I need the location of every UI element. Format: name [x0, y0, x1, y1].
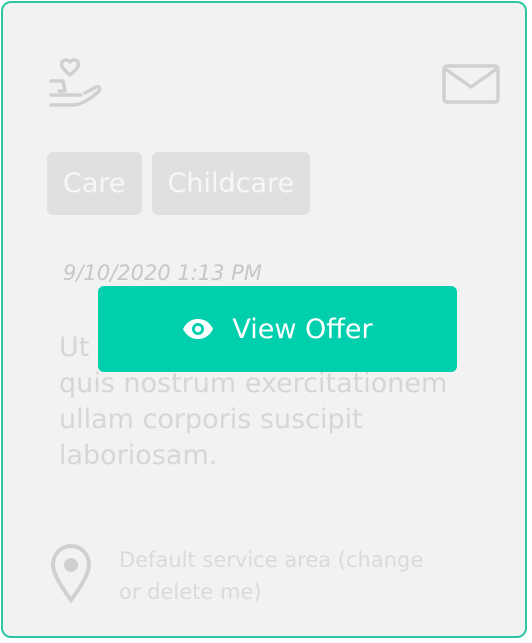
timestamp: 9/10/2020 1:13 PM [63, 261, 262, 285]
tag-care[interactable]: Care [47, 152, 142, 215]
view-offer-label: View Offer [232, 313, 373, 345]
hand-heart-icon [49, 58, 102, 107]
offer-card[interactable]: Care Childcare 9/10/2020 1:13 PM Ut enim… [1, 1, 527, 638]
tag-childcare[interactable]: Childcare [151, 152, 311, 215]
tag-list: Care Childcare [47, 152, 311, 215]
mail-icon[interactable] [441, 63, 501, 105]
service-area-text[interactable]: Default service area (change or delete m… [119, 544, 439, 608]
map-pin-icon [50, 543, 92, 603]
view-offer-button[interactable]: View Offer [98, 286, 457, 372]
eye-icon [183, 319, 214, 339]
